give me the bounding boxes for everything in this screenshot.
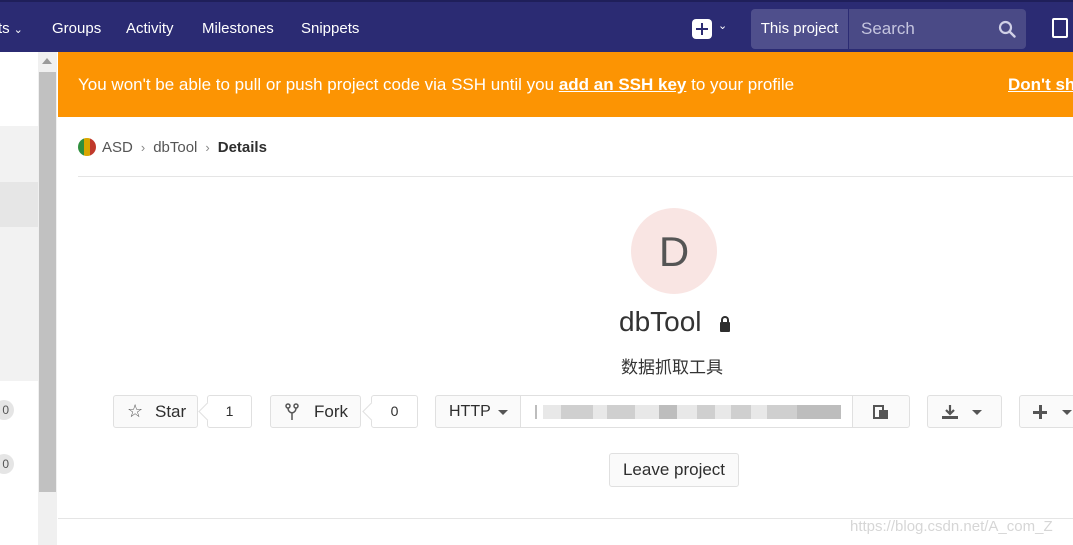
divider bbox=[78, 176, 1073, 177]
sidebar-item-active[interactable] bbox=[0, 182, 38, 227]
star-label: Star bbox=[155, 402, 187, 421]
top-navbar: ts ⌄ Groups Activity Milestones Snippets … bbox=[0, 0, 1073, 52]
redacted-url bbox=[697, 405, 715, 419]
redacted-url bbox=[751, 405, 767, 419]
caret-down-icon bbox=[1062, 410, 1072, 415]
sidebar-scrollbar[interactable] bbox=[38, 52, 57, 545]
star-icon: ☆ bbox=[127, 401, 144, 421]
fork-count[interactable]: 0 bbox=[371, 395, 418, 428]
scrollbar-thumb[interactable] bbox=[39, 72, 56, 492]
new-item-plus-icon[interactable] bbox=[692, 19, 712, 39]
breadcrumb-group-link[interactable]: ASD bbox=[102, 139, 133, 156]
copy-url-button[interactable] bbox=[852, 395, 910, 428]
leave-project-button[interactable]: Leave project bbox=[609, 453, 739, 487]
search-box bbox=[849, 9, 1026, 49]
nav-projects-label: ts bbox=[0, 20, 10, 37]
group-avatar bbox=[78, 138, 96, 156]
nav-milestones[interactable]: Milestones bbox=[202, 2, 274, 54]
alert-text-before: You won't be able to pull or push projec… bbox=[78, 75, 559, 94]
clipboard-icon bbox=[873, 405, 888, 419]
caret-down-icon bbox=[972, 410, 982, 415]
redacted-url bbox=[593, 405, 607, 419]
redacted-url bbox=[731, 405, 751, 419]
redacted-url bbox=[543, 405, 561, 419]
caret-down-icon bbox=[498, 410, 508, 415]
chevron-down-icon[interactable]: ⌄ bbox=[718, 19, 727, 32]
chevron-down-icon: ⌄ bbox=[13, 24, 23, 36]
breadcrumb-project-link[interactable]: dbTool bbox=[153, 139, 197, 156]
project-title: dbTool bbox=[619, 306, 702, 337]
search-icon[interactable] bbox=[998, 20, 1016, 38]
redacted-url bbox=[535, 405, 537, 419]
nav-snippets[interactable]: Snippets bbox=[301, 2, 359, 54]
redacted-url bbox=[677, 405, 697, 419]
plus-icon bbox=[1033, 405, 1047, 419]
redacted-url bbox=[607, 405, 635, 419]
alert-message: You won't be able to pull or push projec… bbox=[78, 75, 794, 95]
sidebar-count-badge: 0 bbox=[0, 400, 14, 420]
project-avatar: D bbox=[631, 208, 717, 294]
nav-projects-dropdown[interactable]: ts ⌄ bbox=[0, 2, 23, 54]
fork-button[interactable]: Fork bbox=[270, 395, 361, 428]
add-ssh-key-link[interactable]: add an SSH key bbox=[559, 75, 687, 94]
redacted-url bbox=[561, 405, 593, 419]
project-description: 数据抓取工具 bbox=[621, 358, 723, 377]
search-input[interactable] bbox=[861, 9, 991, 49]
redacted-url bbox=[635, 405, 659, 419]
ssh-key-alert: You won't be able to pull or push projec… bbox=[58, 52, 1073, 117]
left-sidebar: 0 0 bbox=[0, 52, 57, 545]
redacted-url bbox=[767, 405, 797, 419]
star-button[interactable]: ☆ Star bbox=[113, 395, 198, 428]
fork-label: Fork bbox=[314, 402, 348, 421]
chevron-right-icon: › bbox=[205, 139, 210, 155]
chevron-right-icon: › bbox=[140, 139, 146, 155]
sidebar-count-badge: 0 bbox=[0, 454, 14, 474]
download-dropdown[interactable] bbox=[927, 395, 1002, 428]
lock-icon bbox=[720, 316, 730, 332]
alert-text-after: to your profile bbox=[686, 75, 795, 94]
search-scope-badge[interactable]: This project bbox=[751, 9, 848, 49]
breadcrumb-current: Details bbox=[217, 138, 267, 156]
redacted-url bbox=[797, 405, 841, 419]
scroll-up-arrow-icon[interactable] bbox=[42, 58, 52, 64]
clone-url-input[interactable] bbox=[520, 395, 853, 428]
clone-protocol-dropdown[interactable]: HTTP bbox=[435, 395, 521, 428]
dont-show-again-link[interactable]: Don't sh bbox=[1008, 75, 1073, 95]
star-count[interactable]: 1 bbox=[207, 395, 252, 428]
download-icon bbox=[942, 405, 958, 419]
sidebar-section[interactable] bbox=[0, 227, 38, 327]
add-new-dropdown[interactable] bbox=[1019, 395, 1073, 428]
nav-activity[interactable]: Activity bbox=[126, 2, 174, 54]
breadcrumb: ASD › dbTool › Details bbox=[78, 137, 267, 157]
fork-icon bbox=[285, 403, 299, 420]
todo-icon[interactable] bbox=[1052, 18, 1068, 38]
watermark: https://blog.csdn.net/A_com_Z bbox=[850, 518, 1053, 535]
redacted-url bbox=[715, 405, 731, 419]
nav-groups[interactable]: Groups bbox=[52, 2, 101, 54]
clone-protocol-label: HTTP bbox=[449, 403, 491, 420]
redacted-url bbox=[659, 405, 677, 419]
